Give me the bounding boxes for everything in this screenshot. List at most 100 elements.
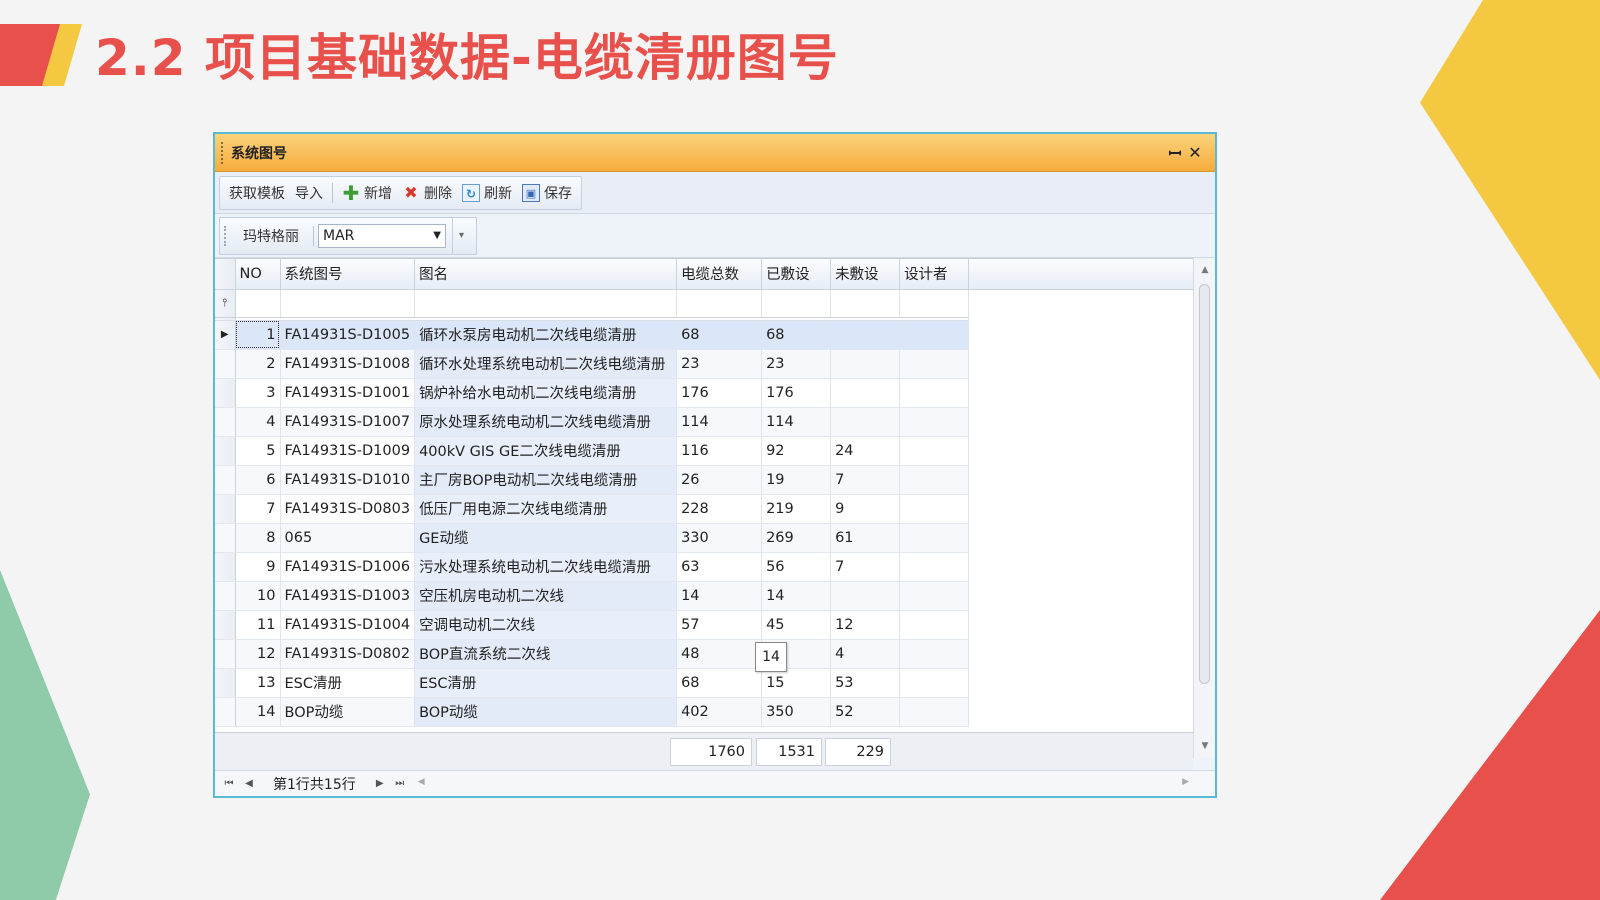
cell-designer[interactable]	[899, 697, 970, 727]
cell-code[interactable]: FA14931S-D0803	[280, 494, 416, 524]
filter-cell-unlaid[interactable]	[830, 289, 901, 318]
cell-designer[interactable]	[899, 407, 970, 437]
table-row[interactable]: 10 FA14931S-D1003 空压机房电动机二次线 14 14	[215, 581, 1200, 611]
column-header-unlaid[interactable]: 未敷设	[830, 259, 901, 290]
cell-laid[interactable]: 45	[761, 610, 832, 640]
cell-total[interactable]: 57	[676, 610, 763, 640]
column-header-no[interactable]: NO	[235, 259, 281, 290]
scroll-thumb[interactable]	[1199, 284, 1210, 684]
cell-laid[interactable]: 219	[761, 494, 832, 524]
row-indicator[interactable]	[215, 378, 236, 408]
table-row[interactable]: 6 FA14931S-D1010 主厂房BOP电动机二次线电缆清册 26 19 7	[215, 465, 1200, 495]
cell-unlaid[interactable]	[830, 407, 901, 437]
column-header-code[interactable]: 系统图号	[280, 259, 416, 290]
cell-unlaid[interactable]: 53	[830, 668, 901, 698]
cell-code[interactable]: FA14931S-D1006	[280, 552, 416, 582]
table-row[interactable]: 11 FA14931S-D1004 空调电动机二次线 57 45 12	[215, 610, 1200, 640]
cell-code[interactable]: FA14931S-D1003	[280, 581, 416, 611]
cell-no[interactable]: 10	[235, 581, 281, 611]
cell-no[interactable]: 2	[235, 349, 281, 379]
table-row[interactable]: 5 FA14931S-D1009 400kV GIS GE二次线电缆清册 116 92 2…	[215, 436, 1200, 466]
table-row[interactable]: 2 FA14931S-D1008 循环水处理系统电动机二次线电缆清册 23 23	[215, 349, 1200, 379]
table-row[interactable]: 7 FA14931S-D0803 低压厂用电源二次线电缆清册 228 219 9	[215, 494, 1200, 524]
table-row[interactable]: 14 BOP动缆 BOP动缆 402 350 52	[215, 697, 1200, 727]
window-titlebar[interactable]: 系统图号 ꟷ ✕	[215, 134, 1215, 172]
toolbar-grip-icon[interactable]	[224, 225, 227, 246]
cell-laid[interactable]: 56	[761, 552, 832, 582]
row-indicator[interactable]	[215, 581, 236, 611]
cell-total[interactable]: 23	[676, 349, 763, 379]
cell-unlaid[interactable]: 52	[830, 697, 901, 727]
cell-total[interactable]: 14	[676, 581, 763, 611]
cell-code[interactable]: FA14931S-D1001	[280, 378, 416, 408]
cell-laid[interactable]: 114	[761, 407, 832, 437]
cell-name[interactable]: 400kV GIS GE二次线电缆清册	[414, 436, 678, 466]
cell-designer[interactable]	[899, 581, 970, 611]
cell-total[interactable]: 68	[676, 668, 763, 698]
cell-code[interactable]: FA14931S-D1005	[280, 320, 416, 350]
table-row[interactable]: 13 ESC清册 ESC清册 68 15 53	[215, 668, 1200, 698]
cell-code[interactable]: ESC清册	[280, 668, 416, 698]
dropdown-arrow-icon[interactable]: ▼	[433, 230, 441, 241]
row-indicator[interactable]	[215, 523, 236, 553]
scroll-down-icon[interactable]: ▼	[1194, 736, 1216, 756]
ship-select[interactable]: MAR ▼	[318, 223, 446, 248]
cell-name[interactable]: BOP动缆	[414, 697, 678, 727]
row-indicator[interactable]	[215, 610, 236, 640]
cell-name[interactable]: 主厂房BOP电动机二次线电缆清册	[414, 465, 678, 495]
cell-designer[interactable]	[899, 465, 970, 495]
cell-code[interactable]: FA14931S-D0802	[280, 639, 416, 669]
cell-laid[interactable]: 15	[761, 668, 832, 698]
drag-grip-icon[interactable]	[221, 141, 225, 164]
cell-laid[interactable]: 14	[761, 581, 832, 611]
cell-total[interactable]: 176	[676, 378, 763, 408]
cell-total[interactable]: 116	[676, 436, 763, 466]
cell-unlaid[interactable]: 24	[830, 436, 901, 466]
cell-total[interactable]: 63	[676, 552, 763, 582]
row-indicator[interactable]	[215, 349, 236, 379]
cell-laid[interactable]: 68	[761, 320, 832, 350]
cell-designer[interactable]	[899, 668, 970, 698]
cell-no[interactable]: 8	[235, 523, 281, 553]
cell-unlaid[interactable]: 9	[830, 494, 901, 524]
toolbar-overflow-icon[interactable]: ▾	[452, 216, 470, 255]
cell-laid[interactable]: 19	[761, 465, 832, 495]
import-button[interactable]: 导入	[290, 177, 328, 209]
save-button[interactable]: ▣ 保存	[517, 177, 577, 209]
cell-name[interactable]: 空压机房电动机二次线	[414, 581, 678, 611]
column-header-name[interactable]: 图名	[414, 259, 678, 290]
cell-no[interactable]: 4	[235, 407, 281, 437]
filter-cell-name[interactable]	[414, 289, 678, 318]
column-header-total[interactable]: 电缆总数	[676, 259, 763, 290]
cell-name[interactable]: 循环水处理系统电动机二次线电缆清册	[414, 349, 678, 379]
cell-code[interactable]: BOP动缆	[280, 697, 416, 727]
cell-designer[interactable]	[899, 610, 970, 640]
cell-name[interactable]: 污水处理系统电动机二次线电缆清册	[414, 552, 678, 582]
filter-cell-total[interactable]	[676, 289, 763, 318]
cell-laid[interactable]: 92	[761, 436, 832, 466]
cell-no[interactable]: 14	[235, 697, 281, 727]
close-icon[interactable]: ✕	[1185, 143, 1205, 162]
cell-unlaid[interactable]	[830, 320, 901, 350]
cell-code[interactable]: 065	[280, 523, 416, 553]
horizontal-scrollbar[interactable]: ◀ ▶	[418, 777, 1189, 791]
cell-name[interactable]: GE动缆	[414, 523, 678, 553]
cell-total[interactable]: 402	[676, 697, 763, 727]
cell-name[interactable]: 锅炉补给水电动机二次线电缆清册	[414, 378, 678, 408]
scroll-right-icon[interactable]: ▶	[1182, 777, 1189, 791]
scroll-up-icon[interactable]: ▲	[1194, 260, 1216, 280]
cell-code[interactable]: FA14931S-D1007	[280, 407, 416, 437]
row-indicator[interactable]	[215, 668, 236, 698]
cell-name[interactable]: 低压厂用电源二次线电缆清册	[414, 494, 678, 524]
row-indicator[interactable]	[215, 697, 236, 727]
cell-total[interactable]: 228	[676, 494, 763, 524]
cell-unlaid[interactable]: 12	[830, 610, 901, 640]
cell-code[interactable]: FA14931S-D1009	[280, 436, 416, 466]
vertical-scrollbar[interactable]: ▲ ▼	[1193, 258, 1215, 758]
cell-unlaid[interactable]: 7	[830, 552, 901, 582]
cell-total[interactable]: 68	[676, 320, 763, 350]
cell-total[interactable]: 114	[676, 407, 763, 437]
prev-page-icon[interactable]: ◀	[239, 778, 259, 789]
column-header-designer[interactable]: 设计者	[899, 259, 970, 290]
cell-designer[interactable]	[899, 349, 970, 379]
